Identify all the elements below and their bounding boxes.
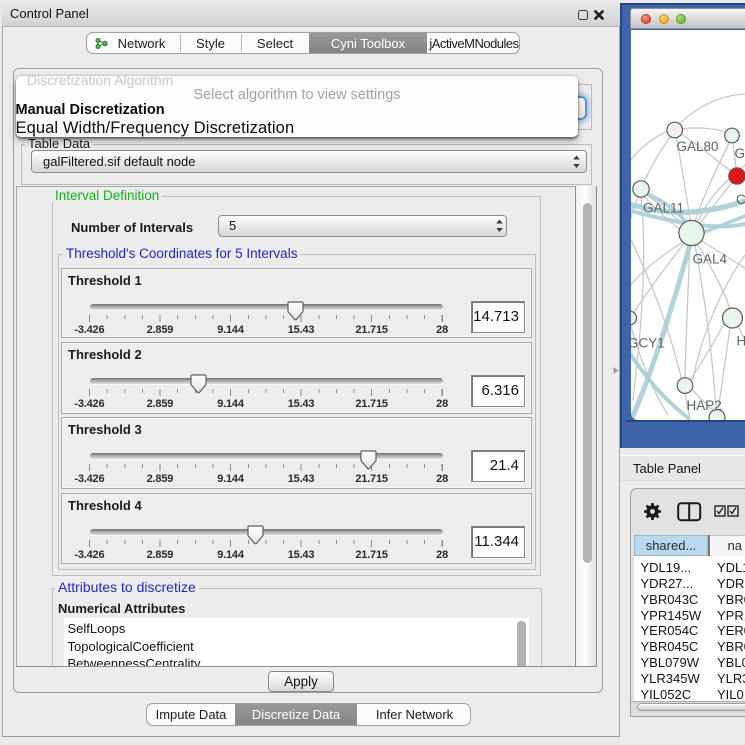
svg-text:GCY1: GCY1 <box>631 336 665 351</box>
svg-text:HAP2: HAP2 <box>687 398 722 413</box>
svg-text:H: H <box>737 334 745 349</box>
svg-text:GA: GA <box>735 146 745 161</box>
svg-text:GAL80: GAL80 <box>677 139 719 154</box>
svg-text:GAL4: GAL4 <box>693 252 728 267</box>
svg-text:GAL11: GAL11 <box>643 201 684 216</box>
svg-text:C: C <box>736 192 745 207</box>
